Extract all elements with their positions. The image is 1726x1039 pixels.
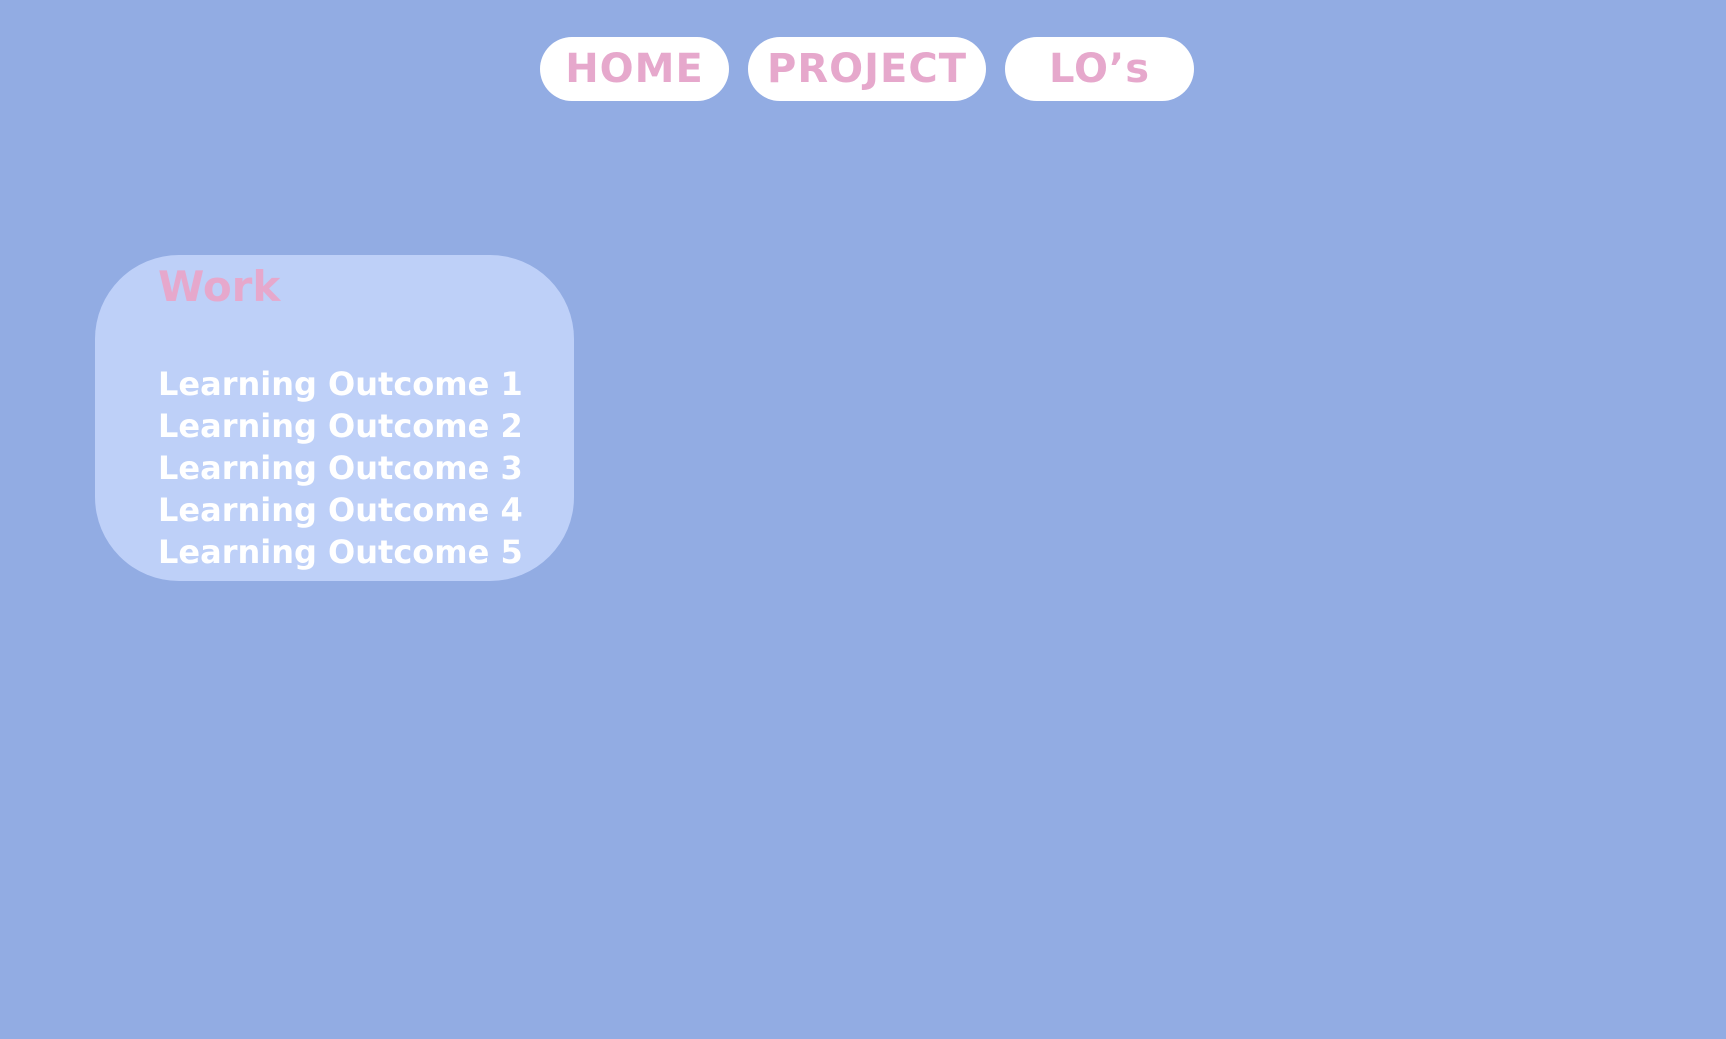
learning-outcome-link-1[interactable]: Learning Outcome 1 xyxy=(158,363,523,405)
learning-outcome-link-2[interactable]: Learning Outcome 2 xyxy=(158,405,523,447)
page: { "colors": { "background": "#92ace3", "… xyxy=(0,0,1726,1039)
learning-outcome-link-3[interactable]: Learning Outcome 3 xyxy=(158,447,523,489)
work-card: Work Learning Outcome 1 Learning Outcome… xyxy=(95,255,574,581)
work-title: Work xyxy=(158,262,281,311)
nav-home-button[interactable]: HOME xyxy=(540,37,729,101)
nav-los-button[interactable]: LO’s xyxy=(1005,37,1194,101)
learning-outcome-list: Learning Outcome 1 Learning Outcome 2 Le… xyxy=(158,363,523,573)
nav-project-button[interactable]: PROJECT xyxy=(748,37,986,101)
learning-outcome-link-5[interactable]: Learning Outcome 5 xyxy=(158,531,523,573)
top-navigation: HOME PROJECT LO’s xyxy=(540,37,1194,101)
learning-outcome-link-4[interactable]: Learning Outcome 4 xyxy=(158,489,523,531)
